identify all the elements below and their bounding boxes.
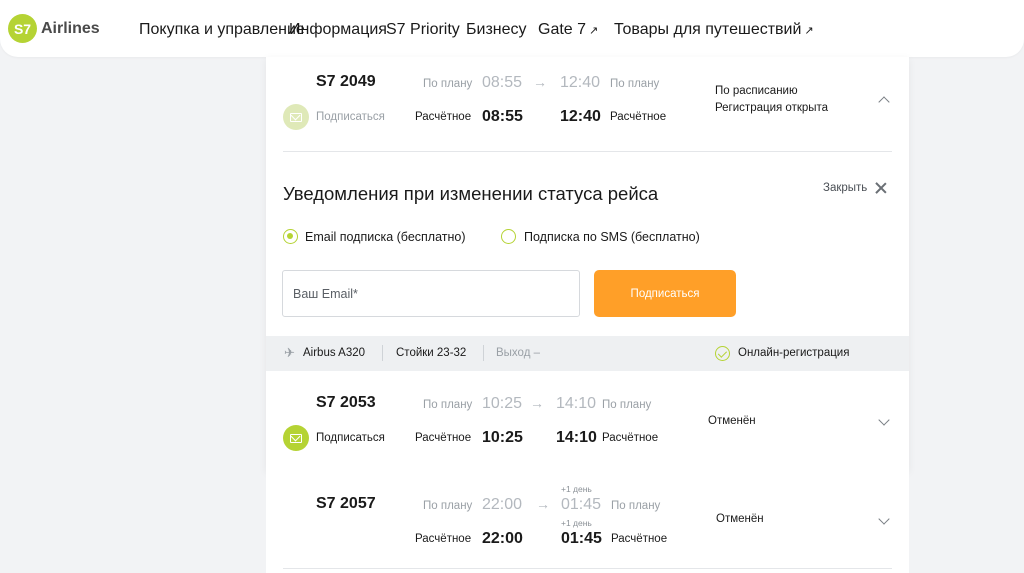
checkin-counters: Стойки 23-32 [396, 347, 467, 359]
estimated-arrival: 01:45 [561, 530, 602, 547]
planned-departure: 22:00 [482, 496, 523, 513]
flight-number: S7 2053 [316, 394, 376, 411]
planned-label: По плану [423, 78, 473, 90]
s7-logo[interactable]: S7 Airlines [8, 14, 100, 43]
arrow-right-icon: → [530, 395, 544, 411]
arrow-right-icon: → [533, 74, 547, 90]
email-input[interactable] [282, 270, 580, 317]
logo-text: Airlines [41, 19, 100, 37]
email-subscription-label[interactable]: Email подписка (бесплатно) [305, 230, 466, 244]
external-link-icon: ↗ [589, 25, 599, 37]
close-button[interactable]: Закрыть [823, 182, 867, 194]
divider [283, 568, 892, 569]
flight-number: S7 2049 [316, 73, 376, 90]
estimated-label: Расчётное [415, 111, 472, 123]
planned-label: По плану [610, 78, 660, 90]
plus-day-badge: +1 день [561, 518, 592, 528]
check-circle-icon [715, 346, 730, 361]
flight-status: По расписанию [715, 85, 798, 97]
nav-business[interactable]: Бизнесу [466, 21, 527, 39]
logo-badge: S7 [8, 14, 37, 43]
gate-info: Выход – [496, 347, 541, 359]
sms-subscription-radio[interactable] [501, 229, 516, 244]
envelope-icon [290, 112, 302, 122]
subscribe-link[interactable]: Подписаться [316, 432, 385, 444]
sms-subscription-label[interactable]: Подписка по SMS (бесплатно) [524, 230, 700, 244]
flight-status: Отменён [716, 513, 764, 525]
planned-arrival: 12:40 [560, 74, 601, 91]
divider [283, 151, 892, 152]
nav-information[interactable]: Информация [289, 21, 387, 39]
nav-gate7[interactable]: Gate 7 ↗ [538, 21, 598, 39]
separator [483, 345, 484, 361]
planned-label: По плану [423, 399, 473, 411]
estimated-label: Расчётное [602, 432, 659, 444]
estimated-label: Расчётное [415, 432, 472, 444]
separator [382, 345, 383, 361]
airplane-icon: ✈ [284, 345, 295, 360]
envelope-icon [290, 433, 302, 443]
external-link-icon: ↗ [804, 25, 814, 37]
subscribe-icon-button[interactable] [283, 104, 309, 130]
planned-departure: 10:25 [482, 395, 523, 412]
estimated-departure: 08:55 [482, 108, 523, 125]
notifications-title: Уведомления при изменении статуса рейса [283, 183, 659, 204]
estimated-label: Расчётное [415, 533, 472, 545]
nav-s7-priority[interactable]: S7 Priority [386, 21, 460, 39]
planned-arrival: 14:10 [556, 395, 597, 412]
subscribe-icon-button[interactable] [283, 425, 309, 451]
plus-day-badge: +1 день [561, 484, 592, 494]
planned-departure: 08:55 [482, 74, 523, 91]
estimated-arrival: 14:10 [556, 429, 597, 446]
nav-travel-goods[interactable]: Товары для путешествий ↗ [614, 21, 814, 39]
estimated-departure: 10:25 [482, 429, 523, 446]
close-icon[interactable] [875, 182, 887, 194]
email-subscription-radio[interactable] [283, 229, 298, 244]
flight-number: S7 2057 [316, 495, 376, 512]
estimated-arrival: 12:40 [560, 108, 601, 125]
flight-status: Отменён [708, 415, 756, 427]
estimated-departure: 22:00 [482, 530, 523, 547]
planned-arrival: 01:45 [561, 496, 602, 513]
subscribe-link[interactable]: Подписаться [316, 111, 385, 123]
aircraft-type: Airbus A320 [303, 347, 366, 359]
online-checkin-link[interactable]: Онлайн-регистрация [738, 347, 849, 359]
arrow-right-icon: → [536, 496, 550, 512]
planned-label: По плану [602, 399, 652, 411]
planned-label: По плану [611, 500, 661, 512]
top-header: S7 Airlines Покупка и управление Информа… [0, 0, 1024, 57]
planned-label: По плану [423, 500, 473, 512]
estimated-label: Расчётное [611, 533, 668, 545]
checkin-status: Регистрация открыта [715, 102, 829, 114]
estimated-label: Расчётное [610, 111, 667, 123]
nav-purchase-manage[interactable]: Покупка и управление [139, 21, 305, 39]
subscribe-button[interactable]: Подписаться [594, 270, 736, 317]
